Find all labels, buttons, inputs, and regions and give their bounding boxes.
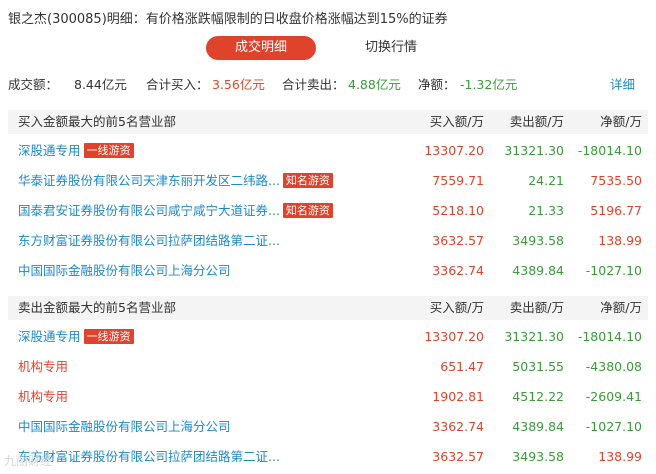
sell-amount: 24.21 xyxy=(528,173,564,188)
turnover-value: 8.44亿元 xyxy=(74,77,127,92)
branch-name-link[interactable]: 机构专用 xyxy=(18,359,68,374)
buy-section-header: 买入金额最大的前5名营业部 买入额/万 卖出额/万 净额/万 xyxy=(8,110,648,134)
detail-link[interactable]: 详细 xyxy=(610,74,635,93)
buy-amount: 1902.81 xyxy=(432,389,484,404)
branch-name-link[interactable]: 中国国际金融股份有限公司上海分公司 xyxy=(18,263,231,278)
col-sell-header: 卖出额/万 xyxy=(509,114,564,129)
table-row: 中国国际金融股份有限公司上海分公司 3362.74 4389.84 -1027.10 xyxy=(8,256,648,286)
tab-switch-quote[interactable]: 切换行情 xyxy=(336,36,446,60)
table-row: 深股通专用 一线游资 13307.20 31321.30 -18014.10 xyxy=(8,322,648,352)
total-buy-label: 合计买入： xyxy=(146,77,209,92)
branch-name-link[interactable]: 国泰君安证券股份有限公司咸宁咸宁大道证券... xyxy=(18,203,280,218)
branch-name-link[interactable]: 机构专用 xyxy=(18,389,68,404)
table-row: 中国国际金融股份有限公司上海分公司 3362.74 4389.84 -1027.10 xyxy=(8,412,648,442)
trader-badge: 一线游资 xyxy=(83,329,134,344)
net-amount: -4380.08 xyxy=(585,359,642,374)
sell-section-header: 卖出金额最大的前5名营业部 买入额/万 卖出额/万 净额/万 xyxy=(8,296,648,320)
branch-cell: 中国国际金融股份有限公司上海分公司 xyxy=(18,412,231,442)
branch-name-link[interactable]: 深股通专用 xyxy=(18,329,81,344)
branch-cell: 中国国际金融股份有限公司上海分公司 xyxy=(18,256,231,286)
trader-badge: 知名游资 xyxy=(282,173,333,188)
table-row: 深股通专用 一线游资 13307.20 31321.30 -18014.10 xyxy=(8,136,648,166)
sell-amount: 4512.22 xyxy=(512,389,564,404)
sell-header-title: 卖出金额最大的前5名营业部 xyxy=(18,300,176,315)
col-net-header: 净额/万 xyxy=(600,300,642,315)
col-sell-header: 卖出额/万 xyxy=(509,300,564,315)
net-amount: -18014.10 xyxy=(577,329,642,344)
branch-cell: 深股通专用 一线游资 xyxy=(18,136,134,166)
buy-amount: 13307.20 xyxy=(424,143,484,158)
net-amount: -18014.10 xyxy=(577,143,642,158)
trader-badge: 知名游资 xyxy=(282,203,333,218)
sell-amount: 4389.84 xyxy=(512,419,564,434)
buy-amount: 3632.57 xyxy=(432,233,484,248)
net-amount: 138.99 xyxy=(598,233,642,248)
sell-amount: 31321.30 xyxy=(504,143,564,158)
sell-amount: 3493.58 xyxy=(512,233,564,248)
turnover-label: 成交额： xyxy=(8,77,59,92)
sell-amount: 21.33 xyxy=(528,203,564,218)
table-row: 机构专用 1902.81 4512.22 -2609.41 xyxy=(8,382,648,412)
net-amount: -1027.10 xyxy=(585,263,642,278)
buy-amount: 13307.20 xyxy=(424,329,484,344)
col-buy-header: 买入额/万 xyxy=(429,300,484,315)
net-amount: 7535.50 xyxy=(590,173,642,188)
branch-cell: 机构专用 xyxy=(18,382,68,412)
buy-amount: 3362.74 xyxy=(432,263,484,278)
total-sell-label: 合计卖出： xyxy=(282,77,345,92)
col-buy-header: 买入额/万 xyxy=(429,114,484,129)
net-value: -1.32亿元 xyxy=(460,77,518,92)
branch-name-link[interactable]: 深股通专用 xyxy=(18,143,81,158)
sell-amount: 3493.58 xyxy=(512,449,564,464)
sell-amount: 4389.84 xyxy=(512,263,564,278)
watermark: 九丽财经 xyxy=(4,454,53,468)
table-row: 国泰君安证券股份有限公司咸宁咸宁大道证券... 知名游资 5218.10 21.33 5… xyxy=(8,196,648,226)
trader-badge: 一线游资 xyxy=(83,143,134,158)
tab-bar: 成交明细 切换行情 xyxy=(0,36,656,62)
net-label: 净额： xyxy=(418,77,456,92)
net-amount: 5196.77 xyxy=(590,203,642,218)
buy-amount: 651.47 xyxy=(440,359,484,374)
net-amount: -2609.41 xyxy=(585,389,642,404)
table-row: 华泰证券股份有限公司天津东丽开发区二纬路... 知名游资 7559.71 24.21 7… xyxy=(8,166,648,196)
branch-cell: 国泰君安证券股份有限公司咸宁咸宁大道证券... 知名游资 xyxy=(18,196,333,226)
summary-bar: 成交额： 8.44亿元 合计买入： 3.56亿元 合计卖出： 4.88亿元 净额… xyxy=(0,74,656,96)
branch-name-link[interactable]: 东方财富证券股份有限公司拉萨团结路第二证... xyxy=(18,449,280,464)
branch-cell: 机构专用 xyxy=(18,352,68,382)
buy-amount: 3362.74 xyxy=(432,419,484,434)
table-row: 东方财富证券股份有限公司拉萨团结路第二证... 3632.57 3493.58 138… xyxy=(8,226,648,256)
total-sell-value: 4.88亿元 xyxy=(348,77,401,92)
table-row: 东方财富证券股份有限公司拉萨团结路第二证... 3632.57 3493.58 138… xyxy=(8,442,648,472)
buy-amount: 3632.57 xyxy=(432,449,484,464)
tab-trade-detail[interactable]: 成交明细 xyxy=(206,36,316,60)
buy-amount: 5218.10 xyxy=(432,203,484,218)
branch-name-link[interactable]: 东方财富证券股份有限公司拉萨团结路第二证... xyxy=(18,233,280,248)
buy-amount: 7559.71 xyxy=(432,173,484,188)
sell-amount: 5031.55 xyxy=(512,359,564,374)
branch-name-link[interactable]: 华泰证券股份有限公司天津东丽开发区二纬路... xyxy=(18,173,280,188)
net-amount: 138.99 xyxy=(598,449,642,464)
col-net-header: 净额/万 xyxy=(600,114,642,129)
page-title: 银之杰(300085)明细：有价格涨跌幅限制的日收盘价格涨幅达到15%的证券 xyxy=(8,12,448,27)
branch-cell: 华泰证券股份有限公司天津东丽开发区二纬路... 知名游资 xyxy=(18,166,333,196)
total-buy-value: 3.56亿元 xyxy=(212,77,265,92)
buy-header-title: 买入金额最大的前5名营业部 xyxy=(18,114,176,129)
branch-cell: 东方财富证券股份有限公司拉萨团结路第二证... xyxy=(18,226,280,256)
branch-cell: 东方财富证券股份有限公司拉萨团结路第二证... xyxy=(18,442,280,472)
net-amount: -1027.10 xyxy=(585,419,642,434)
table-row: 机构专用 651.47 5031.55 -4380.08 xyxy=(8,352,648,382)
branch-cell: 深股通专用 一线游资 xyxy=(18,322,134,352)
sell-amount: 31321.30 xyxy=(504,329,564,344)
branch-name-link[interactable]: 中国国际金融股份有限公司上海分公司 xyxy=(18,419,231,434)
